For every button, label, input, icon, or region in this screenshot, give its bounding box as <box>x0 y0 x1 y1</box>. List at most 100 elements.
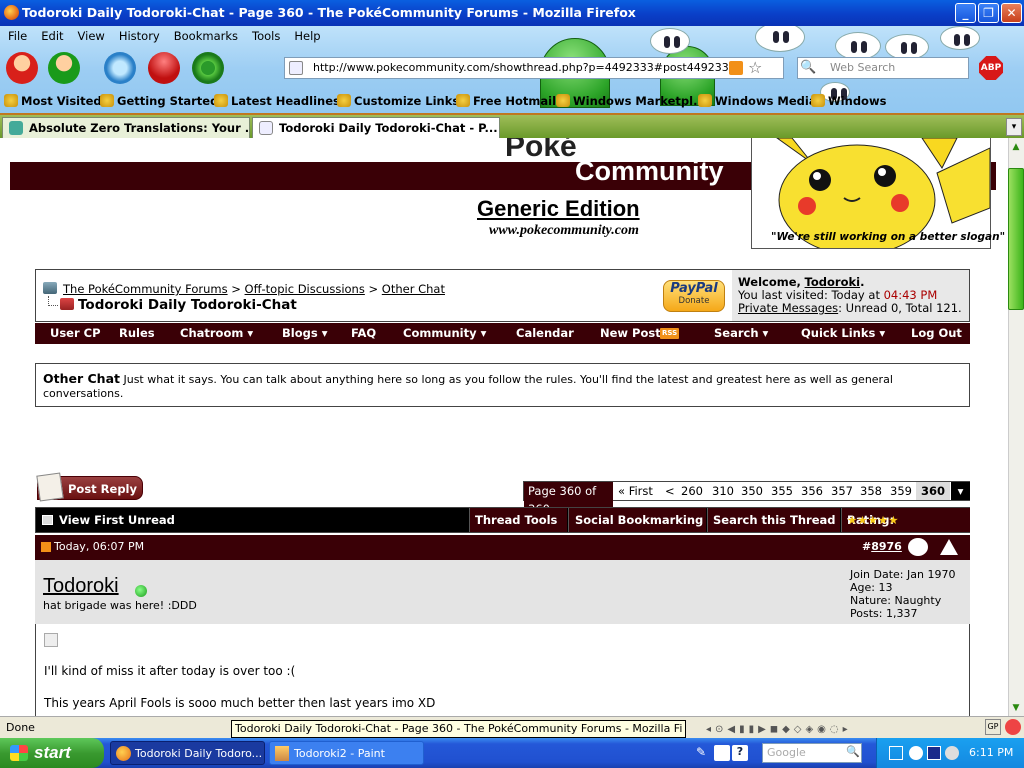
paypal-donate-button[interactable]: PayPal Donate <box>663 280 725 312</box>
breadcrumb-forums-link[interactable]: The PokéCommunity Forums <box>63 282 228 296</box>
rss-feed-icon[interactable] <box>729 61 743 75</box>
forum-home-icon[interactable] <box>43 282 57 294</box>
bookmark-getting-started[interactable]: Getting Started <box>100 92 218 110</box>
search-engine-icon[interactable]: 🔍 <box>800 60 816 75</box>
breadcrumb-offtopic-link[interactable]: Off-topic Discussions <box>245 282 365 296</box>
scrollbar-thumb[interactable] <box>1008 168 1024 310</box>
media-player-tray-icon[interactable] <box>927 746 941 760</box>
private-messages-link[interactable]: Private Messages <box>738 301 838 315</box>
taskbar-paint-window[interactable]: Todoroki2 - Paint <box>269 741 424 765</box>
bookmark-windows-media[interactable]: Windows Media <box>698 92 817 110</box>
bookmark-windows-marketplace[interactable]: Windows Marketpl... <box>556 92 706 110</box>
menu-bar: File Edit View History Bookmarks Tools Help <box>0 27 600 45</box>
start-button[interactable]: start <box>0 738 104 768</box>
page-link[interactable]: 359 <box>890 482 912 500</box>
report-post-warning-icon[interactable] <box>940 539 958 555</box>
menu-view[interactable]: View <box>78 29 105 43</box>
home-pipe-icon[interactable] <box>192 52 224 84</box>
bookmark-customize-links[interactable]: Customize Links <box>337 92 459 110</box>
nav-blogs[interactable]: Blogs ▾ <box>282 323 327 344</box>
maximize-button[interactable]: ❐ <box>978 3 999 23</box>
thread-tools-bar: View First Unread Thread Tools ▾ Social … <box>35 507 970 551</box>
post-icon <box>44 633 58 647</box>
page-link[interactable]: 350 <box>741 482 763 500</box>
rss-bookmark-icon <box>214 94 228 107</box>
post-number-link[interactable]: #8976 <box>862 535 902 559</box>
menu-bookmarks[interactable]: Bookmarks <box>174 29 238 43</box>
nav-new-posts[interactable]: New Posts <box>600 323 668 344</box>
site-identity-icon[interactable] <box>289 61 303 75</box>
quicklaunch-icon[interactable] <box>714 745 730 761</box>
page-link[interactable]: 260 <box>681 482 703 500</box>
bookmark-latest-headlines[interactable]: Latest Headlines <box>214 92 340 110</box>
tool-icon[interactable]: ✎ <box>696 745 712 761</box>
tray-icon[interactable] <box>945 746 959 760</box>
tray-icon[interactable] <box>909 746 923 760</box>
forum-description-box: Other Chat Just what it says. You can ta… <box>35 363 970 407</box>
taskbar-firefox-window[interactable]: Todoroki Daily Todoro... <box>110 741 265 765</box>
rating-menu[interactable]: Rating: ★★★★★ ▾ <box>841 508 970 532</box>
welcome-panel: Welcome, Todoroki. You last visited: Tod… <box>732 270 969 321</box>
social-bookmarking-menu[interactable]: Social Bookmarking ▾ <box>568 508 706 551</box>
reload-icon[interactable] <box>104 52 136 84</box>
status-addon-icon[interactable] <box>1005 719 1021 735</box>
view-first-unread-link[interactable]: View First Unread <box>59 508 175 532</box>
close-button[interactable]: ✕ <box>1001 3 1022 23</box>
page-link[interactable]: 310 <box>712 482 734 500</box>
post-reply-page-icon <box>36 472 64 502</box>
page-link[interactable]: 357 <box>831 482 853 500</box>
page-link[interactable]: 355 <box>771 482 793 500</box>
page-prev-link[interactable]: < <box>665 482 675 500</box>
bookmark-windows[interactable]: Windows <box>811 92 886 110</box>
menu-tools[interactable]: Tools <box>252 29 280 43</box>
url-input[interactable]: http://www.pokecommunity.com/showthread.… <box>284 57 784 79</box>
stop-icon[interactable] <box>148 52 180 84</box>
search-thread-menu[interactable]: Search this Thread ▾ <box>707 508 840 551</box>
nav-user-cp[interactable]: User CP <box>50 323 101 344</box>
search-input[interactable]: Web Search <box>797 57 969 79</box>
page-link[interactable]: 358 <box>860 482 882 500</box>
menu-edit[interactable]: Edit <box>41 29 63 43</box>
star-bookmark-icon[interactable]: ☆ <box>748 58 762 77</box>
nav-faq[interactable]: FAQ <box>351 323 376 344</box>
post-username-link[interactable]: Todoroki <box>43 575 119 598</box>
site-url-text: www.pokecommunity.com <box>489 223 639 238</box>
breadcrumb-otherchat-link[interactable]: Other Chat <box>382 282 445 296</box>
nav-calendar[interactable]: Calendar <box>516 323 574 344</box>
cloud-decoration <box>835 32 881 60</box>
gp-status-icon[interactable]: GP <box>985 719 1001 735</box>
minimize-button[interactable]: _ <box>955 3 976 23</box>
bookmark-most-visited[interactable]: Most Visited <box>4 92 102 110</box>
nav-search[interactable]: Search ▾ <box>714 323 768 344</box>
reputation-scale-icon[interactable] <box>908 538 928 556</box>
nav-community[interactable]: Community ▾ <box>403 323 486 344</box>
back-button-mario-icon[interactable] <box>6 52 38 84</box>
desktop-search-icon[interactable]: 🔍 <box>846 745 860 758</box>
menu-file[interactable]: File <box>8 29 27 43</box>
nav-quick-links[interactable]: Quick Links ▾ <box>801 323 885 344</box>
tab-absolute-zero[interactable]: Absolute Zero Translations: Your ... <box>2 117 250 138</box>
tray-icon[interactable] <box>889 746 903 760</box>
menu-help[interactable]: Help <box>294 29 320 43</box>
adblock-plus-icon[interactable]: ABP <box>979 56 1003 80</box>
forward-button-luigi-icon[interactable] <box>48 52 80 84</box>
page-menu-chevron-down-icon[interactable]: ▾ <box>951 482 970 500</box>
thread-folder-icon <box>60 298 74 310</box>
nav-rules[interactable]: Rules <box>119 323 155 344</box>
bookmark-free-hotmail[interactable]: Free Hotmail <box>456 92 556 110</box>
nav-log-out[interactable]: Log Out <box>911 323 962 344</box>
post-body: I'll kind of miss it after today is over… <box>35 624 970 716</box>
scroll-down-arrow-icon[interactable]: ▼ <box>1008 700 1024 716</box>
media-controls-icons[interactable]: ◂⊙◀▮▮▶◼◆◇◈◉◌▸ <box>706 719 852 740</box>
menu-history[interactable]: History <box>119 29 160 43</box>
tab-tooltip: Todoroki Daily Todoroki-Chat - Page 360 … <box>231 720 687 738</box>
nav-chatroom[interactable]: Chatroom ▾ <box>180 323 253 344</box>
page-first-link[interactable]: « First <box>618 482 653 500</box>
help-icon[interactable]: ? <box>732 745 748 761</box>
page-link[interactable]: 356 <box>801 482 823 500</box>
tab-list-chevron-down-icon[interactable]: ▾ <box>1006 118 1022 136</box>
welcome-username-link[interactable]: Todoroki <box>805 275 861 289</box>
scroll-up-arrow-icon[interactable]: ▲ <box>1008 139 1024 155</box>
thread-tools-menu[interactable]: Thread Tools ▾ <box>469 508 567 551</box>
tab-todoroki-chat[interactable]: Todoroki Daily Todoroki-Chat - P... <box>252 117 500 138</box>
